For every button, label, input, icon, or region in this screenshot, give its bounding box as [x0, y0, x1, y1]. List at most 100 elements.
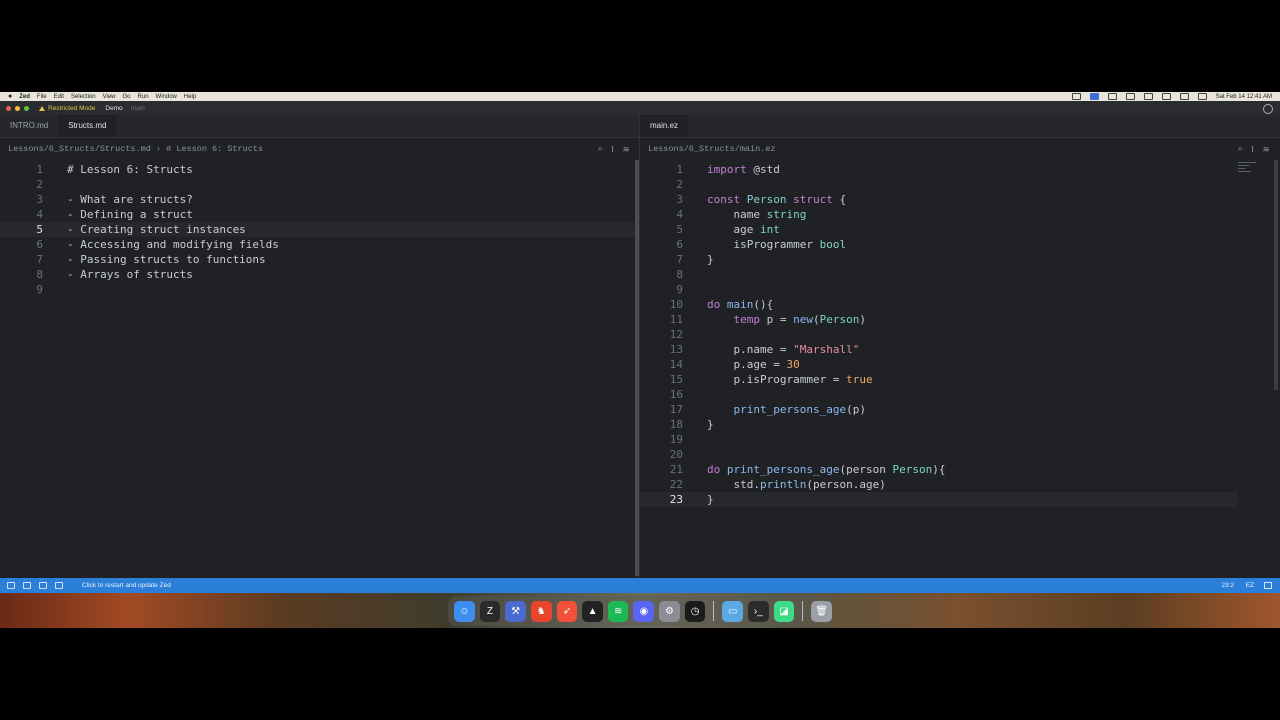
- code-line[interactable]: 21 do print_persons_age(person Person){: [640, 462, 1238, 477]
- terminal-icon[interactable]: ›_: [748, 600, 769, 622]
- close-icon[interactable]: [6, 105, 11, 111]
- code-line[interactable]: 20: [640, 447, 1238, 462]
- code-line[interactable]: 10 do main(){: [640, 297, 1238, 312]
- brave-icon[interactable]: ♞: [530, 600, 552, 622]
- menu-selection[interactable]: Selection: [71, 94, 96, 100]
- line-number: 5: [36, 223, 43, 236]
- restricted-mode-button[interactable]: Restricted Mode: [39, 105, 95, 112]
- code-line[interactable]: 1 import @std: [640, 162, 1238, 177]
- sliders-icon[interactable]: ≋: [623, 145, 630, 154]
- zoom-icon[interactable]: [24, 105, 29, 111]
- wifi-icon[interactable]: [1161, 93, 1171, 100]
- sidebar-icon[interactable]: [7, 582, 15, 589]
- code-line[interactable]: 3 - What are structs?: [0, 192, 635, 207]
- left-editor[interactable]: 1 # Lesson 6: Structs 2 3 - What are structs…: [0, 162, 635, 572]
- code-line[interactable]: 13 p.name = "Marshall": [640, 342, 1238, 357]
- tab-main-ez[interactable]: main.ez: [640, 115, 689, 137]
- minimap[interactable]: [1238, 160, 1256, 182]
- tab-intro[interactable]: INTRO.md: [0, 115, 58, 137]
- right-breadcrumb[interactable]: Lessons/6_Structs/main.ez: [648, 138, 776, 160]
- code-line[interactable]: 5 - Creating struct instances: [0, 222, 635, 237]
- code-line[interactable]: 8: [640, 267, 1238, 282]
- branch-name[interactable]: main: [131, 105, 145, 112]
- menu-run[interactable]: Run: [138, 94, 149, 100]
- display-icon[interactable]: [1143, 93, 1153, 100]
- code-line[interactable]: 6 isProgrammer bool: [640, 237, 1238, 252]
- swift-icon[interactable]: ➶: [556, 600, 578, 622]
- xcode-icon[interactable]: ⚒: [505, 600, 526, 622]
- zed-icon[interactable]: Z: [479, 600, 501, 622]
- code-line[interactable]: 1 # Lesson 6: Structs: [0, 162, 635, 177]
- code-line[interactable]: 5 age int: [640, 222, 1238, 237]
- code-line[interactable]: 16: [640, 387, 1238, 402]
- menubar-clock[interactable]: Sat Feb 14 12:41 AM: [1216, 94, 1272, 100]
- folder-icon[interactable]: ▭: [722, 600, 744, 622]
- cursor-icon[interactable]: I: [611, 145, 613, 154]
- code-line[interactable]: 9: [0, 282, 635, 297]
- menu-go[interactable]: Go: [123, 94, 131, 100]
- right-editor[interactable]: 1 import @std 2 3 const Person struct {4 nam…: [640, 162, 1240, 578]
- code-line[interactable]: 19: [640, 432, 1238, 447]
- apple-icon[interactable]: ●: [8, 93, 12, 100]
- code-line[interactable]: 18}: [640, 417, 1238, 432]
- language-mode[interactable]: EZ: [1246, 582, 1254, 589]
- code-line[interactable]: 8 - Arrays of structs: [0, 267, 635, 282]
- code-line[interactable]: 4 name string: [640, 207, 1238, 222]
- code-line[interactable]: 4 - Defining a struct: [0, 207, 635, 222]
- code-line[interactable]: 3 const Person struct {: [640, 192, 1238, 207]
- search-icon[interactable]: [1179, 93, 1189, 100]
- menu-file[interactable]: File: [37, 94, 47, 100]
- code-line[interactable]: 15 p.isProgrammer = true: [640, 372, 1238, 387]
- left-scrollbar[interactable]: [635, 160, 639, 576]
- line-number: 16: [669, 388, 683, 401]
- left-breadcrumb[interactable]: Lessons/6_Structs/Structs.md › # Lesson …: [8, 138, 263, 160]
- menu-edit[interactable]: Edit: [54, 94, 64, 100]
- sliders-icon[interactable]: ≋: [1263, 145, 1270, 154]
- code-line[interactable]: 9: [640, 282, 1238, 297]
- code-line[interactable]: 14 p.age = 30: [640, 357, 1238, 372]
- code-line[interactable]: 2: [640, 177, 1238, 192]
- activity-icon[interactable]: ◷: [684, 600, 706, 622]
- git-icon[interactable]: [23, 582, 31, 589]
- code-line[interactable]: 12: [640, 327, 1238, 342]
- battery-icon[interactable]: [1125, 93, 1135, 100]
- line-text: - Arrays of structs: [67, 268, 193, 281]
- search-icon[interactable]: ⌕: [1238, 144, 1242, 154]
- affinity-icon[interactable]: ▲: [582, 600, 603, 622]
- tab-structs[interactable]: Structs.md: [58, 115, 117, 137]
- status-icon-2[interactable]: [1089, 93, 1099, 100]
- settings-icon[interactable]: ⚙: [659, 600, 680, 622]
- spotify-icon[interactable]: ≋: [607, 600, 629, 622]
- trash-icon[interactable]: 🗑: [811, 600, 832, 622]
- status-icon-1[interactable]: [1071, 93, 1081, 100]
- code-line[interactable]: 2: [0, 177, 635, 192]
- code-line[interactable]: 22 std.println(person.age): [640, 477, 1238, 492]
- user-avatar-icon[interactable]: [1263, 104, 1273, 114]
- code-line[interactable]: 23}: [640, 492, 1238, 507]
- menu-zed[interactable]: Zed: [19, 94, 30, 100]
- code-line[interactable]: 11 temp p = new(Person): [640, 312, 1238, 327]
- menu-window[interactable]: Window: [156, 94, 177, 100]
- code-line[interactable]: 17 print_persons_age(p): [640, 402, 1238, 417]
- right-scrollbar[interactable]: [1274, 160, 1278, 390]
- search-icon[interactable]: ⌕: [598, 144, 602, 154]
- menu-view[interactable]: View: [103, 94, 116, 100]
- moon-icon[interactable]: [1107, 93, 1117, 100]
- search-icon[interactable]: [55, 582, 63, 589]
- android-icon[interactable]: ◪: [773, 600, 795, 622]
- cursor-icon[interactable]: I: [1251, 145, 1253, 154]
- project-name[interactable]: Demo: [105, 105, 122, 112]
- outline-icon[interactable]: [39, 582, 47, 589]
- discord-icon[interactable]: ◉: [633, 600, 655, 622]
- menu-help[interactable]: Help: [184, 94, 196, 100]
- minimize-icon[interactable]: [15, 105, 20, 111]
- code-line[interactable]: 7}: [640, 252, 1238, 267]
- code-line[interactable]: 7 - Passing structs to functions: [0, 252, 635, 267]
- cursor-position[interactable]: 23:2: [1221, 582, 1234, 589]
- update-message[interactable]: Click to restart and update Zed: [82, 582, 171, 589]
- feedback-icon[interactable]: [1264, 582, 1272, 589]
- right-tabbar: main.ez: [640, 115, 1280, 138]
- control-center-icon[interactable]: [1197, 93, 1207, 100]
- finder-icon[interactable]: ☺: [454, 600, 475, 622]
- code-line[interactable]: 6 - Accessing and modifying fields: [0, 237, 635, 252]
